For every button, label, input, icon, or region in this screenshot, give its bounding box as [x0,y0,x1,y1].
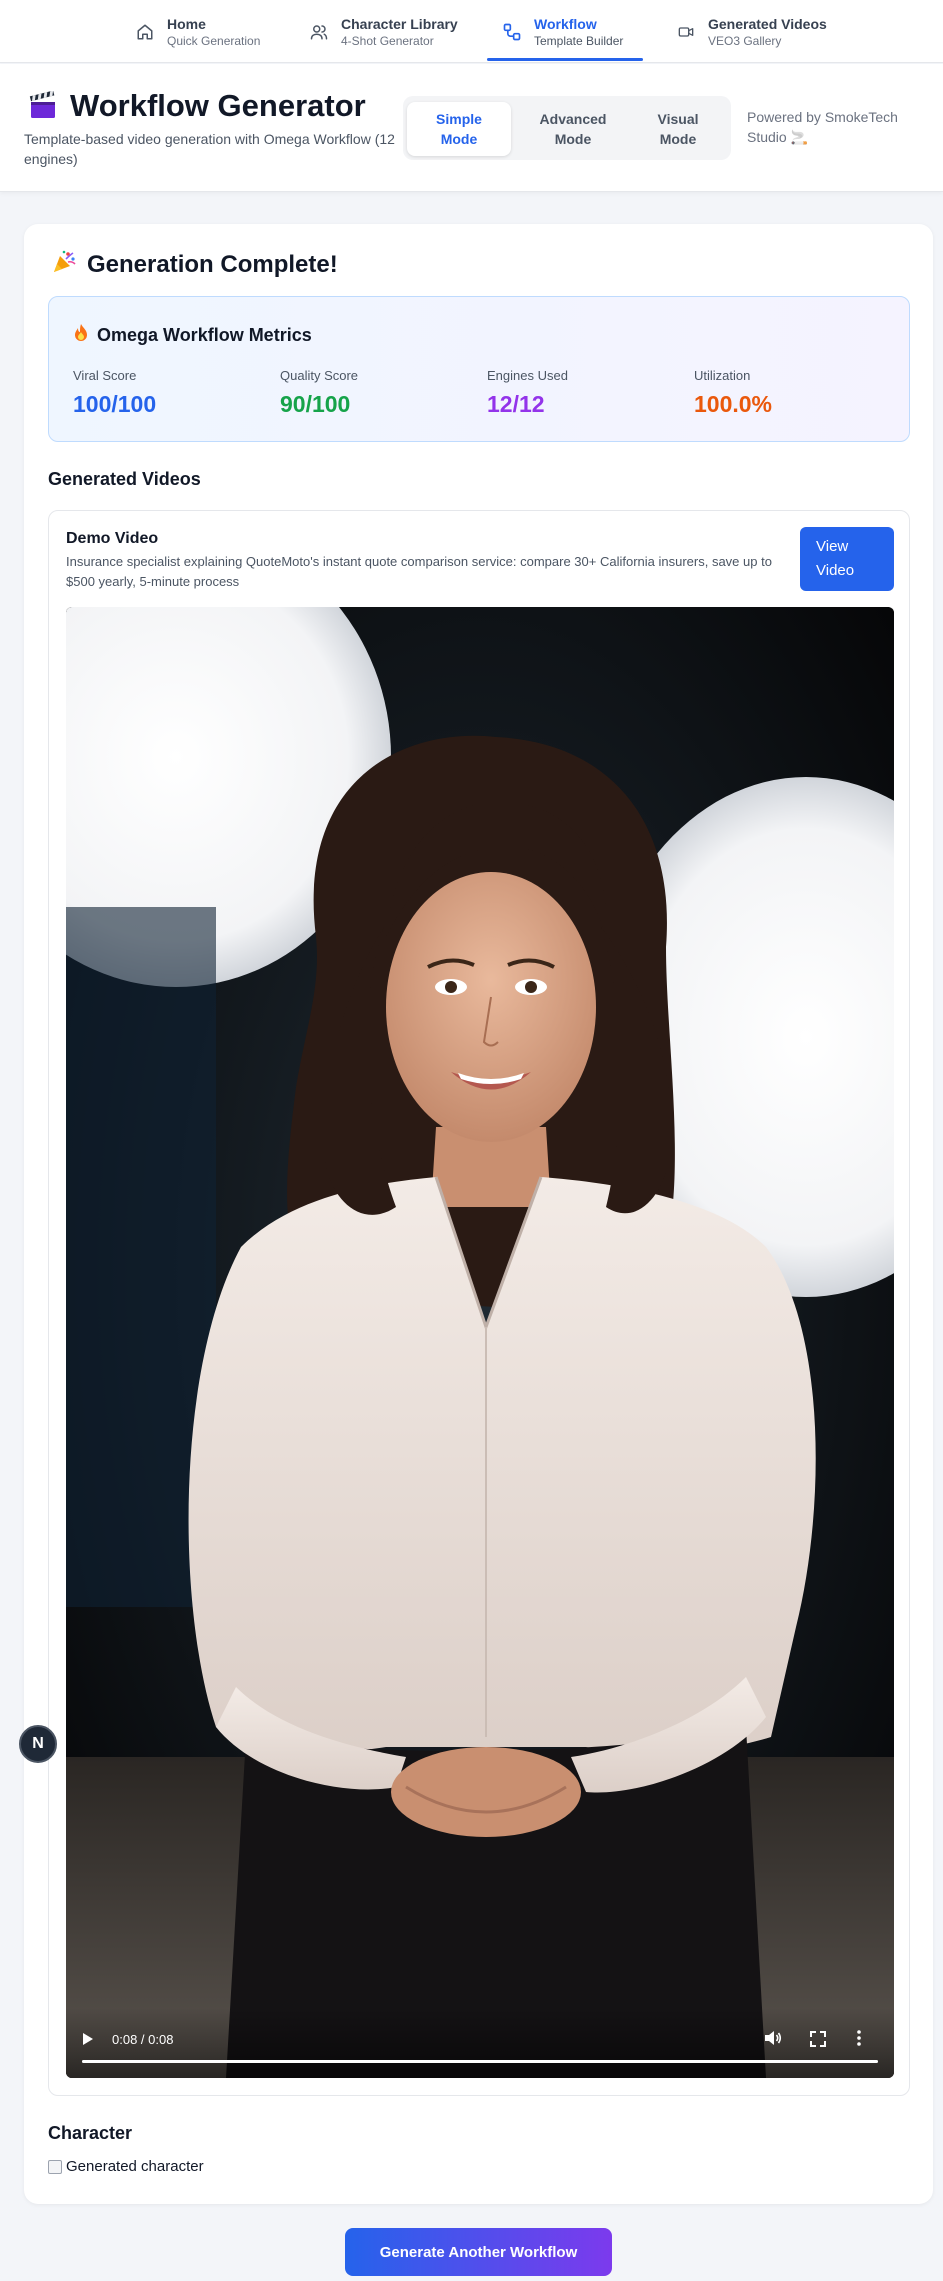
metric-viral-score: Viral Score 100/100 [73,367,156,419]
metric-label: Quality Score [280,368,359,383]
result-card: Generation Complete! Omega Workflow Metr… [24,224,933,2204]
nav-sublabel: Quick Generation [167,33,261,48]
view-video-button[interactable]: View Video [800,527,894,591]
nav-item-workflow[interactable]: Workflow Template Builder [502,0,623,63]
mode-simple[interactable]: Simple Mode [407,102,511,156]
nav-label: Home [167,15,206,32]
nav-item-character-library[interactable]: Character Library 4-Shot Generator [309,0,458,63]
nav-item-home[interactable]: Home Quick Generation [135,0,260,63]
metric-engines-used: Engines Used 12/12 [487,367,568,419]
character-title: Character [48,2123,133,2143]
mode-switcher: Simple Mode Advanced Mode Visual Mode [403,96,731,160]
generated-videos-title: Generated Videos [48,469,201,489]
metric-label: Viral Score [73,368,137,383]
metric-value: 100/100 [73,391,157,417]
users-icon [309,22,329,42]
nav-label: Generated Videos [708,15,827,32]
nav-label: Character Library [341,15,458,32]
generate-another-workflow-button[interactable]: Generate Another Workflow [345,2228,612,2276]
video-time: 0:08 / 0:08 [112,2032,174,2047]
video-title: Demo Video [66,530,159,547]
powered-by-text: Powered by SmokeTech Studio 🚬 [747,109,898,145]
metric-label: Utilization [694,368,751,383]
page-header: Workflow Generator Template-based video … [0,64,943,192]
page-subtitle: Template-based video generation with Ome… [24,131,395,167]
party-popper-icon [51,249,77,280]
video-progress-bar[interactable] [82,2060,878,2063]
video-progress-fill [82,2060,878,2063]
metric-quality-score: Quality Score 90/100 [280,367,358,419]
video-description: Insurance specialist explaining QuoteMot… [66,554,772,589]
fullscreen-icon[interactable] [810,2031,826,2052]
video-controls: 0:08 / 0:08 [66,2008,894,2078]
metrics-title: Omega Workflow Metrics [97,325,312,345]
video-player[interactable]: 0:08 / 0:08 [66,607,894,2078]
nav-label: Workflow [534,15,597,32]
page-title: Workflow Generator [70,88,366,123]
clapperboard-icon [28,90,58,121]
video-frame [66,607,894,2078]
generation-complete-title: Generation Complete! [87,250,338,278]
metric-utilization: Utilization 100.0% [694,367,772,419]
metric-label: Engines Used [487,368,568,383]
metric-value: 90/100 [280,391,351,417]
character-image-alt: Generated character [66,2158,204,2175]
volume-icon[interactable] [764,2030,782,2051]
mode-visual[interactable]: Visual Mode [629,102,727,156]
workflow-icon [502,22,522,42]
video-card: Demo Video Insurance specialist explaini… [48,510,910,2096]
metric-value: 12/12 [487,391,545,417]
play-icon[interactable] [82,2032,94,2051]
top-nav: Home Quick Generation Character Library … [0,0,943,63]
nav-sublabel: 4-Shot Generator [341,33,434,48]
nav-sublabel: Template Builder [534,33,624,48]
character-image: Generated character [48,2158,204,2175]
nav-sublabel: VEO3 Gallery [708,33,782,48]
broken-image-icon [48,2159,62,2174]
more-options-icon[interactable] [856,2030,862,2051]
metric-value: 100.0% [694,391,773,417]
active-tab-indicator [487,58,643,61]
video-camera-icon [676,22,696,42]
dev-tools-badge[interactable]: N [19,1725,57,1763]
fire-icon [73,323,89,348]
nav-item-generated-videos[interactable]: Generated Videos VEO3 Gallery [676,0,827,63]
home-icon [135,22,155,42]
mode-advanced[interactable]: Advanced Mode [521,102,625,156]
metrics-panel: Omega Workflow Metrics Viral Score 100/1… [48,296,910,442]
